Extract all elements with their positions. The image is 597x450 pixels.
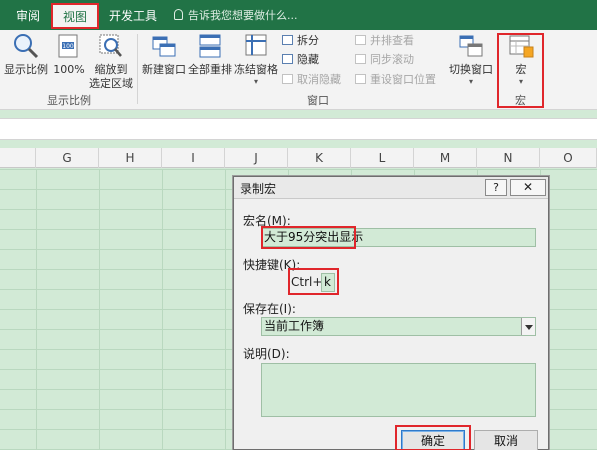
tab-developer[interactable]: 开发工具 <box>109 0 157 30</box>
arrange-all-icon <box>199 34 221 58</box>
zoom-selection-label-1: 缩放到 <box>94 63 128 76</box>
sync-scroll-button[interactable]: 同步滚动 <box>355 53 414 67</box>
switch-windows-icon <box>459 35 483 57</box>
side-by-side-icon <box>355 35 366 45</box>
dialog-title: 录制宏 <box>240 182 277 196</box>
macros-highlight-box <box>497 33 544 108</box>
macro-name-highlight-box <box>261 226 356 249</box>
zoom-100-icon: 100 <box>58 34 78 58</box>
view-side-by-side-label: 并排查看 <box>370 34 414 47</box>
formula-bar[interactable] <box>0 118 597 140</box>
column-header-k[interactable]: K <box>288 148 351 168</box>
split-button[interactable]: 拆分 <box>282 34 319 48</box>
zoom-100-button[interactable]: 100 100% <box>52 32 86 77</box>
tell-me-box[interactable]: 告诉我您想要做什么... <box>174 0 298 30</box>
sync-scroll-label: 同步滚动 <box>370 53 414 66</box>
dialog-title-bar[interactable]: 录制宏 ? ✕ <box>234 177 548 199</box>
column-header-o[interactable]: O <box>540 148 597 168</box>
magnifier-icon <box>14 34 39 59</box>
help-button[interactable]: ? <box>485 179 507 196</box>
view-side-by-side-button[interactable]: 并排查看 <box>355 34 414 48</box>
switch-windows-label: 切换窗口 <box>449 63 493 76</box>
hide-label: 隐藏 <box>297 53 319 66</box>
cancel-button[interactable]: 取消 <box>474 430 538 450</box>
column-header-i[interactable]: I <box>162 148 225 168</box>
ribbon-tab-bar: 审阅 视图 开发工具 告诉我您想要做什么... <box>0 0 597 30</box>
zoom-selection-label-2: 选定区域 <box>89 77 133 90</box>
hide-button[interactable]: 隐藏 <box>282 53 319 67</box>
close-button[interactable]: ✕ <box>510 179 546 196</box>
svg-text:100: 100 <box>62 43 74 50</box>
unhide-icon <box>282 74 293 84</box>
freeze-panes-button[interactable]: 冻结窗格 ▾ <box>233 32 279 87</box>
freeze-panes-label: 冻结窗格 <box>234 63 278 76</box>
reset-position-icon <box>355 74 366 84</box>
unhide-label: 取消隐藏 <box>297 73 341 86</box>
zoom-to-selection-button[interactable]: 缩放到 选定区域 <box>88 32 134 91</box>
switch-dropdown-arrow: ▾ <box>468 77 473 86</box>
new-window-label: 新建窗口 <box>142 63 186 76</box>
column-header-n[interactable]: N <box>477 148 540 168</box>
column-header-row: G H I J K L M N O <box>0 148 597 168</box>
arrange-all-label: 全部重排 <box>188 63 232 76</box>
split-icon <box>282 35 293 45</box>
ok-highlight-box <box>395 425 471 450</box>
column-header-h[interactable]: H <box>99 148 162 168</box>
zoom-selection-icon <box>99 34 122 57</box>
zoom-label: 显示比例 <box>4 63 48 76</box>
description-textarea[interactable] <box>261 363 536 417</box>
tell-me-text: 告诉我您想要做什么... <box>188 9 298 22</box>
group-zoom-label: 显示比例 <box>47 94 91 107</box>
column-header-m[interactable]: M <box>414 148 477 168</box>
freeze-dropdown-arrow: ▾ <box>253 77 258 86</box>
chevron-down-icon[interactable] <box>521 318 535 335</box>
zoom-100-label: 100% <box>53 63 85 76</box>
store-in-select[interactable]: 当前工作簿 <box>261 317 536 336</box>
tab-review[interactable]: 审阅 <box>16 0 40 30</box>
hide-icon <box>282 54 293 64</box>
reset-window-position-button[interactable]: 重设窗口位置 <box>355 73 436 87</box>
column-header-partial[interactable] <box>0 148 36 168</box>
group-window-label: 窗口 <box>307 94 329 107</box>
freeze-panes-icon <box>245 34 267 56</box>
record-macro-dialog: 录制宏 ? ✕ 宏名(M): 大于95分突出显示 快捷键(K): Ctrl+ k… <box>233 176 549 450</box>
arrange-all-button[interactable]: 全部重排 <box>187 32 233 77</box>
column-header-l[interactable]: L <box>351 148 414 168</box>
store-in-value: 当前工作簿 <box>264 319 325 333</box>
description-label: 说明(D): <box>243 347 290 361</box>
store-in-label: 保存在(I): <box>243 302 296 316</box>
tab-view[interactable]: 视图 <box>51 3 100 29</box>
lightbulb-icon <box>174 9 183 20</box>
new-window-button[interactable]: 新建窗口 <box>141 32 187 77</box>
switch-windows-button[interactable]: 切换窗口 ▾ <box>446 32 496 87</box>
zoom-button[interactable]: 显示比例 <box>4 32 48 77</box>
column-header-j[interactable]: J <box>225 148 288 168</box>
split-label: 拆分 <box>297 34 319 47</box>
new-window-icon <box>152 36 176 57</box>
column-header-g[interactable]: G <box>36 148 99 168</box>
group-divider <box>137 34 138 104</box>
shortcut-highlight-box <box>288 268 339 295</box>
reset-window-position-label: 重设窗口位置 <box>370 73 436 86</box>
sync-scroll-icon <box>355 54 366 64</box>
unhide-button[interactable]: 取消隐藏 <box>282 73 341 87</box>
